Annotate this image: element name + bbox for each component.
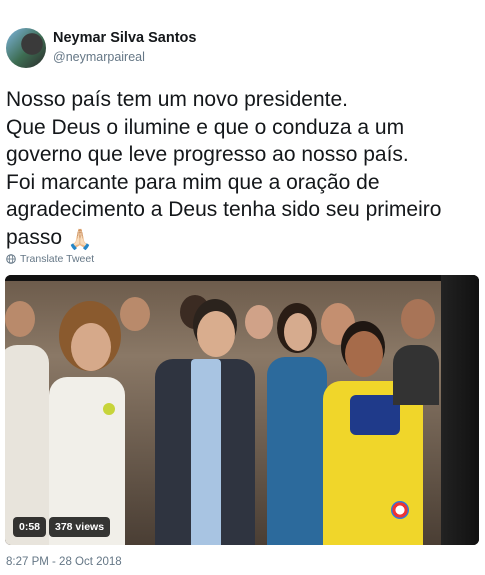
translate-tweet-link[interactable]: Translate Tweet	[6, 253, 94, 265]
tv-bezel-right	[441, 275, 479, 545]
video-frame	[5, 275, 479, 545]
tweet-text: Nosso país tem um novo presidente. Que D…	[6, 86, 476, 255]
tweet-header: Neymar Silva Santos @neymarpaireal	[6, 26, 476, 70]
tv-bezel-top	[5, 275, 479, 281]
praying-hands-emoji: 🙏🏻	[67, 228, 93, 251]
globe-icon	[6, 254, 16, 264]
translate-label: Translate Tweet	[20, 253, 95, 265]
user-handle[interactable]: @neymarpaireal	[53, 50, 145, 64]
globo-logo	[391, 501, 409, 519]
video-player[interactable]: 0:58 378 views	[5, 275, 479, 545]
avatar[interactable]	[6, 28, 46, 68]
video-duration-badge: 0:58	[13, 517, 47, 537]
user-name[interactable]: Neymar Silva Santos	[53, 30, 196, 46]
tweet-timestamp[interactable]: 8:27 PM - 28 Oct 2018	[6, 556, 122, 568]
tweet-body: Nosso país tem um novo presidente. Que D…	[6, 88, 442, 249]
video-views-badge: 378 views	[49, 517, 111, 537]
crowd	[5, 285, 445, 545]
